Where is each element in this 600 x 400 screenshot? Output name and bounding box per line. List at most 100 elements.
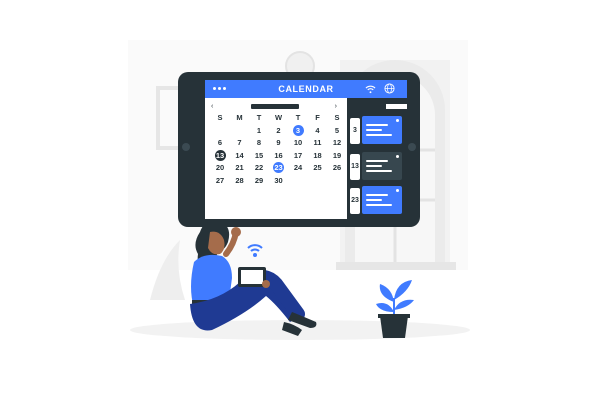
calendar-day-number: 18 bbox=[313, 150, 322, 160]
calendar-day[interactable]: 1 bbox=[249, 125, 269, 137]
event-dot bbox=[396, 189, 399, 192]
next-month-button[interactable]: › bbox=[335, 102, 337, 112]
calendar-day-number: 14 bbox=[235, 150, 244, 160]
event-item[interactable]: 13 bbox=[350, 152, 405, 182]
calendar-day-number: 2 bbox=[276, 125, 281, 135]
calendar-day[interactable]: 23 bbox=[269, 162, 289, 174]
calendar-day[interactable]: 14 bbox=[230, 150, 250, 162]
calendar-day-number: 6 bbox=[217, 138, 223, 148]
weekday-header: S bbox=[217, 113, 223, 122]
calendar-day-number: 30 bbox=[274, 176, 283, 185]
calendar-day-number: 26 bbox=[332, 163, 342, 173]
calendar-day[interactable]: 25 bbox=[308, 162, 328, 174]
calendar-day-number: 4 bbox=[315, 125, 320, 135]
calendar-day-number: 22 bbox=[254, 163, 264, 173]
calendar-day[interactable]: 27 bbox=[210, 175, 230, 187]
calendar-tablet: CALENDAR ‹ › S M T W T F S 1 2 3 4 5 6 7 8 9 10 11 12 13 14 1… bbox=[178, 72, 420, 227]
calendar-day[interactable]: 30 bbox=[269, 175, 289, 187]
calendar-day-number: 7 bbox=[237, 138, 242, 148]
weekday-header: M bbox=[236, 113, 243, 122]
calendar-day[interactable]: 5 bbox=[327, 125, 347, 137]
event-day: 13 bbox=[350, 154, 360, 180]
weekday-header: W bbox=[274, 113, 283, 122]
weekday-header: T bbox=[256, 113, 262, 122]
calendar-day-number: 25 bbox=[313, 163, 322, 173]
calendar-day[interactable]: 20 bbox=[210, 162, 230, 174]
tablet-screen: CALENDAR ‹ › S M T W T F S 1 2 3 4 5 6 7 8 9 10 11 12 13 14 1… bbox=[205, 80, 407, 219]
calendar-day-number: 3 bbox=[292, 124, 304, 136]
event-item[interactable]: 23 bbox=[350, 186, 405, 216]
event-card bbox=[362, 116, 402, 144]
calendar-day[interactable]: 21 bbox=[230, 162, 250, 174]
calendar-day-number: 19 bbox=[332, 150, 342, 160]
calendar-day-number: 21 bbox=[235, 163, 244, 173]
calendar-day[interactable]: 9 bbox=[269, 137, 289, 149]
calendar-day-number: 12 bbox=[332, 138, 342, 148]
calendar-day[interactable]: 15 bbox=[249, 150, 269, 162]
calendar-day-number: 28 bbox=[235, 176, 244, 185]
person-illustration bbox=[190, 220, 317, 336]
weekday-header: T bbox=[295, 113, 301, 122]
event-day: 23 bbox=[350, 188, 360, 214]
calendar-day[interactable]: 12 bbox=[327, 137, 347, 149]
calendar-day[interactable]: 18 bbox=[308, 150, 328, 162]
calendar-day[interactable]: 2 bbox=[269, 125, 289, 137]
calendar-day[interactable]: 7 bbox=[230, 137, 250, 149]
event-text-line bbox=[366, 160, 388, 162]
calendar-day-number: 13 bbox=[214, 149, 226, 161]
event-text-line bbox=[366, 194, 388, 196]
calendar-day[interactable]: 10 bbox=[288, 137, 308, 149]
calendar-day-number: 8 bbox=[256, 138, 262, 148]
calendar-day-number: 16 bbox=[274, 150, 283, 160]
calendar-title: CALENDAR bbox=[278, 84, 334, 94]
calendar-day[interactable]: 4 bbox=[308, 125, 328, 137]
calendar-day[interactable]: 26 bbox=[327, 162, 347, 174]
calendar-day[interactable]: 29 bbox=[249, 175, 269, 187]
calendar-day[interactable]: 22 bbox=[249, 162, 269, 174]
calendar-day-number: 5 bbox=[334, 125, 340, 135]
illustration-scene: CALENDAR ‹ › S M T W T F S 1 2 3 4 5 6 7 8 9 10 11 12 13 14 1… bbox=[0, 0, 600, 400]
calendar-day-number: 27 bbox=[215, 176, 225, 185]
calendar-day[interactable]: 3 bbox=[288, 124, 308, 137]
plant-icon bbox=[376, 280, 414, 338]
calendar-day[interactable]: 17 bbox=[288, 150, 308, 162]
event-card bbox=[362, 186, 402, 214]
event-day: 3 bbox=[350, 118, 360, 144]
calendar-day-number: 15 bbox=[254, 150, 264, 160]
calendar-day[interactable]: 8 bbox=[249, 137, 269, 149]
tablet-camera-left bbox=[182, 143, 190, 151]
calendar-day-number: 20 bbox=[215, 163, 225, 173]
event-text-line bbox=[366, 129, 382, 131]
event-text-line bbox=[366, 134, 392, 136]
calendar-day[interactable]: 19 bbox=[327, 150, 347, 162]
event-text-line bbox=[366, 199, 382, 201]
calendar-day-number: 11 bbox=[313, 138, 322, 148]
calendar-day-number: 9 bbox=[276, 138, 281, 148]
month-label-placeholder bbox=[251, 104, 299, 109]
calendar-day[interactable]: 28 bbox=[230, 175, 250, 187]
calendar-day-number: 10 bbox=[293, 138, 303, 148]
calendar-day-number: 17 bbox=[293, 150, 303, 160]
prev-month-button[interactable]: ‹ bbox=[211, 102, 213, 112]
calendar-day-number: 23 bbox=[273, 162, 284, 174]
calendar-day-number: 1 bbox=[256, 125, 262, 135]
calendar-day[interactable]: 24 bbox=[288, 162, 308, 174]
calendar-grid: S M T W T F S 1 2 3 4 5 6 7 8 9 10 11 12 13 14 15 16 17 18 19 20 21… bbox=[205, 112, 345, 219]
event-item[interactable]: 3 bbox=[350, 116, 405, 146]
event-text-line bbox=[366, 170, 392, 172]
calendar-day-number: 24 bbox=[293, 163, 303, 173]
calendar-day[interactable]: 13 bbox=[210, 149, 230, 162]
event-text-line bbox=[366, 124, 388, 126]
wifi-icon bbox=[365, 85, 376, 94]
calendar-day[interactable]: 6 bbox=[210, 137, 230, 149]
calendar-day[interactable]: 16 bbox=[269, 150, 289, 162]
calendar-header-bar: CALENDAR bbox=[205, 80, 407, 98]
calendar-day[interactable]: 11 bbox=[308, 137, 328, 149]
weekday-header: S bbox=[334, 113, 340, 122]
event-dot bbox=[396, 155, 399, 158]
month-navigation: ‹ › bbox=[211, 102, 337, 112]
event-text-line bbox=[366, 165, 382, 167]
tablet-camera-right bbox=[408, 143, 416, 151]
globe-icon bbox=[384, 83, 395, 94]
event-card bbox=[362, 152, 402, 180]
